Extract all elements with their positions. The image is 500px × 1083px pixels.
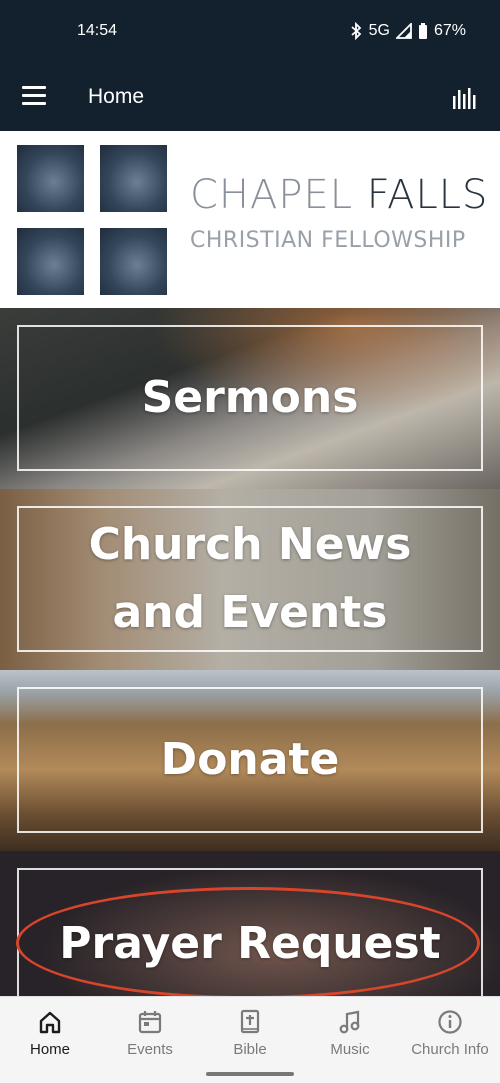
network-type: 5G: [368, 22, 390, 39]
signal-icon: [395, 23, 412, 39]
nav-music-label: Music: [330, 1041, 370, 1058]
hamburger-menu-icon[interactable]: [22, 86, 46, 110]
nav-church-info[interactable]: Church Info: [400, 997, 500, 1083]
bluetooth-icon: [349, 22, 363, 40]
nav-bible-label: Bible: [233, 1041, 267, 1058]
nav-events[interactable]: Events: [100, 997, 200, 1083]
logo-name: CHAPEL FALLS: [190, 172, 489, 218]
nav-home[interactable]: Home: [0, 997, 100, 1083]
status-indicators: 5G 67%: [349, 22, 466, 40]
prayer-request-tile[interactable]: Prayer Request: [0, 851, 500, 996]
church-logo-banner: [0, 131, 500, 308]
nav-church-info-label: Church Info: [411, 1041, 489, 1058]
church-news-button[interactable]: Church News and Events: [17, 506, 483, 652]
logo-tagline: CHRISTIAN FELLOWSHIP: [190, 228, 466, 253]
prayer-request-button[interactable]: Prayer Request: [17, 868, 483, 996]
page-title: Home: [88, 85, 145, 108]
info-icon: [437, 1009, 463, 1041]
app-bar: Home: [0, 66, 500, 131]
sermons-button[interactable]: Sermons: [17, 325, 483, 471]
nav-music[interactable]: Music: [300, 997, 400, 1083]
donate-button[interactable]: Donate: [17, 687, 483, 833]
status-time: 14:54: [77, 22, 118, 39]
music-note-icon: [337, 1009, 363, 1041]
cross-logo-icon: [17, 145, 167, 295]
battery-icon: [418, 22, 428, 40]
nav-home-label: Home: [29, 1041, 70, 1058]
status-bar: 14:54 5G 67%: [0, 0, 500, 66]
sermons-tile[interactable]: Sermons: [0, 308, 500, 489]
calendar-icon: [137, 1009, 163, 1041]
bible-icon: [237, 1009, 263, 1041]
nav-events-label: Events: [127, 1041, 173, 1058]
battery-percent: 67%: [433, 22, 466, 39]
home-icon: [37, 1009, 63, 1041]
donate-tile[interactable]: Donate: [0, 670, 500, 851]
audio-bars-icon[interactable]: [452, 86, 480, 110]
church-news-tile[interactable]: Church News and Events: [0, 489, 500, 670]
nav-bible[interactable]: Bible: [200, 997, 300, 1083]
bottom-navigation: Home Events Bible Music Church Info: [0, 996, 500, 1083]
gesture-handle[interactable]: [206, 1072, 294, 1076]
